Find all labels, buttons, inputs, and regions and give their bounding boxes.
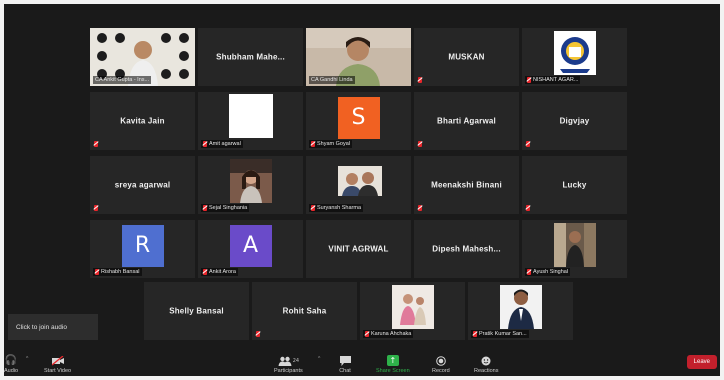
share-screen-button[interactable]: ↑ Share Screen [376,355,410,374]
mic-muted-icon [526,205,530,211]
join-audio-prompt[interactable]: Click to join audio [8,314,98,340]
participant-tile-15[interactable]: Lucky [522,156,627,214]
participant-tile-5[interactable]: NISHANT AGAR... [522,28,627,86]
meeting-toolbar: 🎧 Audio ^ Start Video 24 Participants ^ … [4,344,720,376]
participant-tile-24[interactable]: Pratik Kumar San... [468,282,573,340]
participants-button[interactable]: 24 Participants [274,355,303,374]
participant-tile-2[interactable]: Shubham Mahe... [198,28,303,86]
mic-muted-icon [311,205,315,211]
chat-bubble-icon [339,355,351,366]
headphones-icon: 🎧 [4,355,18,366]
mic-muted-icon [418,205,422,211]
participant-name-label: Suryansh Sharma [309,204,364,212]
participant-name-label: Karuna Ahchaka [363,330,414,338]
participant-tile-14[interactable]: Meenakshi Binani [414,156,519,214]
participant-tile-9[interactable]: Bharti Agarwal [414,92,519,150]
participant-photo [338,166,382,196]
participant-name: Rohit Saha [282,306,327,316]
participant-tile-6[interactable]: Kavita Jain [90,92,195,150]
participant-tile-11[interactable]: sreya agarwal [90,156,195,214]
participant-name: Lucky [562,180,587,190]
participant-tile-18[interactable]: VINIT AGRWAL [306,220,411,278]
mic-muted-icon [203,141,207,147]
participant-name-label: Rishabh Bansal [93,268,142,276]
participant-name-label: Ankit Arora [201,268,238,276]
participant-tile-22[interactable]: Rohit Saha [252,282,357,340]
participant-avatar: S [337,96,380,139]
participant-name: Meenakshi Binani [431,180,502,190]
participant-tile-8[interactable]: S Shyam Goyal [306,92,411,150]
participants-icon: 24 [274,355,302,366]
participant-tile-23[interactable]: Karuna Ahchaka [360,282,465,340]
mic-muted-icon [526,141,530,147]
mic-muted-icon [94,205,98,211]
participant-name: sreya agarwal [114,180,171,190]
participant-name-label: Pratik Kumar San... [471,330,529,338]
participant-name-label: Ayush Singhal [525,268,571,276]
participant-name: VINIT AGRWAL [328,244,389,254]
participant-name: Bharti Agarwal [437,116,496,126]
participant-avatar: R [121,224,164,267]
zoom-meeting-window: CA Ankit Gupta - Ins... Shubham Mahe... … [4,4,720,376]
participant-name: Shubham Mahe... [216,52,285,62]
reactions-button[interactable]: Reactions [474,355,498,374]
mic-muted-icon [203,205,207,211]
participant-tile-17[interactable]: A Ankit Arora [198,220,303,278]
mic-muted-icon [95,269,99,275]
participant-photo [229,159,272,203]
audio-options-caret-icon[interactable]: ^ [26,356,28,362]
participant-avatar: A [229,224,272,267]
mic-muted-icon [256,331,260,337]
mic-muted-icon [473,331,477,337]
participant-name-label: CA Ankit Gupta - Ins... [93,76,152,84]
participant-tile-16[interactable]: R Rishabh Bansal [90,220,195,278]
participant-name: Kavita Jain [120,116,165,126]
video-off-icon [51,355,64,366]
org-logo-avatar [553,31,596,75]
participant-name-label: Shyam Goyal [309,140,353,148]
mic-muted-icon [418,77,422,83]
share-screen-icon: ↑ [386,355,399,366]
participant-photo [391,285,434,329]
participant-name-label: NISHANT AGAR... [525,76,581,84]
leave-meeting-button[interactable]: Leave [686,355,717,369]
participant-tile-1[interactable]: CA Ankit Gupta - Ins... [90,28,195,86]
participant-name-label: Amit agarwal [201,140,243,148]
mic-muted-icon [311,141,315,147]
participant-name: Shelly Bansal [169,306,224,316]
audio-button[interactable]: 🎧 Audio [4,355,18,374]
mic-muted-icon [365,331,369,337]
participant-tile-12[interactable]: Sejal Singhania [198,156,303,214]
participant-photo [499,285,542,329]
mic-muted-icon [527,269,531,275]
participant-tile-20[interactable]: Ayush Singhal [522,220,627,278]
participant-tile-7[interactable]: Amit agarwal [198,92,303,150]
chat-button[interactable]: Chat [339,355,351,374]
record-button[interactable]: Record [432,355,450,374]
participant-tile-10[interactable]: Digvjay [522,92,627,150]
record-icon [435,355,447,366]
participant-tile-4[interactable]: MUSKAN [414,28,519,86]
participants-options-caret-icon[interactable]: ^ [318,356,320,362]
participant-name-label: Sejal Singhania [201,204,250,212]
participant-video-blank [228,94,273,138]
reactions-smiley-icon [480,355,492,366]
start-video-button[interactable]: Start Video [44,355,71,374]
mic-muted-icon [94,141,98,147]
participant-name: MUSKAN [448,52,485,62]
participants-count: 24 [292,357,300,364]
participant-name: Dipesh Mahesh... [432,244,501,254]
mic-muted-icon [418,141,422,147]
participant-tile-19[interactable]: Dipesh Mahesh... [414,220,519,278]
participant-name-label: CA Gandhi Linda [309,76,355,84]
mic-muted-icon [203,269,207,275]
participant-photo [553,223,596,267]
participant-tile-13[interactable]: Suryansh Sharma [306,156,411,214]
mic-muted-icon [527,77,531,83]
participant-name: Digvjay [559,116,590,126]
participant-tile-3[interactable]: CA Gandhi Linda [306,28,411,86]
participant-tile-21[interactable]: Shelly Bansal [144,282,249,340]
